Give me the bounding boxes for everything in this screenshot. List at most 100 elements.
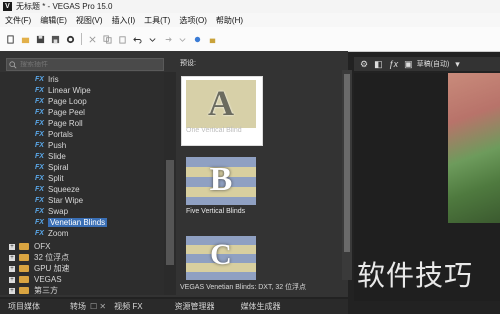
fx-icon: FX bbox=[35, 98, 44, 105]
menu-help[interactable]: 帮助(H) bbox=[216, 15, 243, 26]
menu-view[interactable]: 视图(V) bbox=[76, 15, 103, 26]
preset-label[interactable]: One Vertical Blind bbox=[186, 127, 242, 134]
preset-letter: B bbox=[209, 161, 233, 198]
presets-scrollbar[interactable] bbox=[342, 70, 352, 280]
folder-ofx[interactable]: + OFX bbox=[9, 241, 50, 252]
scrollbar-thumb[interactable] bbox=[166, 160, 174, 265]
chevron-down-icon[interactable]: ▾ bbox=[455, 59, 460, 70]
tree-item-zoom[interactable]: FX Zoom bbox=[35, 228, 68, 239]
tree-item-spiral[interactable]: FX Spiral bbox=[35, 162, 68, 173]
external-monitor-icon[interactable]: ▣ bbox=[404, 59, 413, 70]
fx-icon: FX bbox=[35, 153, 44, 160]
tree-item-linear-wipe[interactable]: FX Linear Wipe bbox=[35, 85, 91, 96]
title-bar: V 无标题 * - VEGAS Pro 15.0 bbox=[0, 0, 500, 13]
tree-item-push[interactable]: FX Push bbox=[35, 140, 66, 151]
folder-icon bbox=[19, 287, 29, 294]
app-icon: V bbox=[3, 2, 12, 11]
fx-icon: FX bbox=[35, 208, 44, 215]
expand-icon[interactable]: + bbox=[9, 287, 15, 294]
folder-icon bbox=[19, 265, 29, 272]
preset-thumbnail[interactable]: B bbox=[186, 157, 256, 205]
search-input[interactable] bbox=[17, 61, 160, 68]
folder-label: OFX bbox=[34, 242, 51, 251]
preset-thumbnail[interactable]: A bbox=[186, 80, 256, 128]
tab-project-media[interactable]: 项目媒体 bbox=[8, 301, 40, 312]
gear-icon[interactable]: ⚙ bbox=[360, 59, 368, 70]
fx-icon[interactable]: ƒx bbox=[389, 59, 399, 69]
tree-item-label: Linear Wipe bbox=[48, 86, 91, 95]
tree-item-split[interactable]: FX Split bbox=[35, 173, 64, 184]
expand-icon[interactable]: + bbox=[9, 243, 15, 250]
tree-item-page-peel[interactable]: FX Page Peel bbox=[35, 107, 85, 118]
menu-file[interactable]: 文件(F) bbox=[5, 15, 31, 26]
tree-item-label: Iris bbox=[48, 75, 59, 84]
tab-video-fx[interactable]: 视频 FX bbox=[114, 301, 142, 312]
fx-icon: FX bbox=[35, 186, 44, 193]
toolbar-divider bbox=[81, 33, 82, 45]
expand-icon[interactable]: + bbox=[9, 254, 15, 261]
menu-tools[interactable]: 工具(T) bbox=[144, 15, 170, 26]
chevron-down-icon[interactable] bbox=[148, 35, 157, 44]
copy-icon[interactable] bbox=[103, 34, 112, 44]
preview-quality-select[interactable]: 草稿(自动) bbox=[417, 59, 450, 69]
scrollbar-thumb[interactable] bbox=[344, 74, 350, 252]
redo-icon[interactable] bbox=[163, 35, 172, 44]
preset-label[interactable]: Five Vertical Blinds bbox=[186, 208, 245, 215]
tree-scrollbar[interactable] bbox=[164, 72, 176, 295]
fx-icon: FX bbox=[35, 76, 44, 83]
fx-icon: FX bbox=[35, 131, 44, 138]
lock-icon[interactable] bbox=[208, 35, 217, 44]
tree-item-slide[interactable]: FX Slide bbox=[35, 151, 66, 162]
tree-item-iris[interactable]: FX Iris bbox=[35, 74, 59, 85]
folder-vegas[interactable]: + VEGAS bbox=[9, 274, 62, 285]
tree-item-label: Page Peel bbox=[48, 108, 85, 117]
paste-icon[interactable] bbox=[118, 35, 127, 44]
fx-icon: FX bbox=[35, 230, 44, 237]
open-folder-icon[interactable] bbox=[21, 35, 30, 44]
folder-label: 第三方 bbox=[34, 286, 58, 295]
tree-item-label: Spiral bbox=[48, 163, 69, 172]
new-file-icon[interactable] bbox=[6, 34, 15, 44]
search-icon bbox=[9, 60, 17, 68]
folder-gpu[interactable]: + GPU 加速 bbox=[9, 263, 70, 274]
tree-item-page-loop[interactable]: FX Page Loop bbox=[35, 96, 87, 107]
folder-icon bbox=[19, 243, 29, 250]
menu-edit[interactable]: 编辑(E) bbox=[40, 15, 67, 26]
tree-item-page-roll[interactable]: FX Page Roll bbox=[35, 118, 83, 129]
tab-transitions[interactable]: 转场 bbox=[70, 301, 86, 312]
tree-item-squeeze[interactable]: FX Squeeze bbox=[35, 184, 80, 195]
fx-icon: FX bbox=[35, 87, 44, 94]
expand-icon[interactable]: + bbox=[9, 276, 15, 283]
tree-item-venetian-blinds[interactable]: FX Venetian Blinds bbox=[35, 217, 108, 228]
snap-icon[interactable] bbox=[193, 35, 202, 44]
gear-icon[interactable] bbox=[66, 35, 75, 44]
window-title: 无标题 * - VEGAS Pro 15.0 bbox=[16, 2, 113, 11]
save-icon[interactable] bbox=[36, 35, 45, 44]
chevron-down-icon[interactable] bbox=[178, 35, 187, 44]
tab-media-generators[interactable]: 媒体生成器 bbox=[241, 301, 281, 312]
split-screen-icon[interactable]: ◧ bbox=[374, 59, 383, 70]
folder-32bit-float[interactable]: +32 位浮点 bbox=[9, 252, 69, 263]
tree-item-label: Page Roll bbox=[48, 119, 83, 128]
save-as-icon[interactable] bbox=[51, 35, 60, 44]
tree-item-portals[interactable]: FX Portals bbox=[35, 129, 73, 140]
expand-icon[interactable]: + bbox=[9, 265, 15, 272]
cut-icon[interactable] bbox=[88, 35, 97, 44]
close-icon[interactable]: ☐ ✕ bbox=[90, 302, 106, 311]
tree-item-star-wipe[interactable]: FX Star Wipe bbox=[35, 195, 83, 206]
watermark: 软件技巧 bbox=[357, 259, 474, 292]
undo-icon[interactable] bbox=[133, 35, 142, 44]
menu-insert[interactable]: 插入(I) bbox=[112, 15, 136, 26]
tab-explorer[interactable]: 资源管理器 bbox=[175, 301, 215, 312]
folder-third-party[interactable]: + 第三方 bbox=[9, 285, 58, 296]
tree-item-label: Venetian Blinds bbox=[48, 218, 108, 227]
tree-item-label: Zoom bbox=[48, 229, 69, 238]
presets-header: 预设: bbox=[180, 60, 196, 67]
fx-icon: FX bbox=[35, 109, 44, 116]
search-box[interactable] bbox=[6, 58, 164, 71]
preset-letter: C bbox=[210, 238, 232, 271]
fx-icon: FX bbox=[35, 120, 44, 127]
preset-thumbnail[interactable]: C bbox=[186, 236, 256, 280]
menu-options[interactable]: 选项(O) bbox=[179, 15, 207, 26]
tree-item-swap[interactable]: FX Swap bbox=[35, 206, 68, 217]
